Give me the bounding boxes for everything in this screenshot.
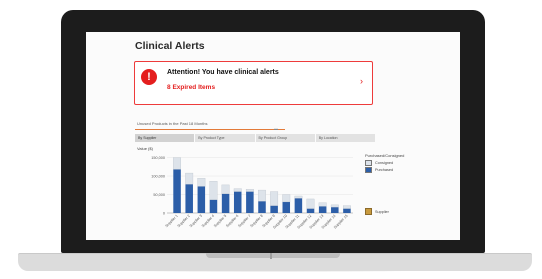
exclamation-icon: ! [141,69,157,85]
bar-purchased [294,198,303,213]
y-tick-label: 0 [163,211,165,215]
panel-title: Unused Products in the Past 18 Months [137,121,208,126]
supplier-group-icon [365,208,372,215]
tab-by-location[interactable]: By Location [315,134,375,142]
legend-label-consigned: Consigned [375,161,394,165]
alert-heading: Attention! You have clinical alerts [167,69,279,76]
stacked-bar-chart: 150,000100,00050,0000Supplier 1Supplier … [151,156,353,230]
bar-purchased [246,191,254,213]
bar-purchased [221,193,230,213]
bar-purchased [209,199,218,213]
legend-swatch-purchased [365,167,372,173]
bar-consigned [258,189,266,202]
bar-consigned [209,181,218,200]
bar-purchased [270,205,278,213]
y-tick-label: 50,000 [153,193,165,197]
bar-consigned [245,189,254,192]
laptop-hinge [270,253,272,259]
bar-purchased [233,191,242,213]
tab-by-product-group[interactable]: By Product Group [255,134,315,142]
legend-item-purchased[interactable]: Purchased [365,167,404,173]
bar-consigned [343,205,351,209]
bar-consigned [185,172,194,185]
bar-consigned [221,184,230,194]
group-by-label: Supplier [375,209,389,214]
bar-consigned [294,195,303,199]
unused-products-panel: Unused Products in the Past 18 Months ▬ … [135,121,455,240]
bar-consigned [197,178,206,187]
legend-label-purchased: Purchased [375,168,394,172]
bar-purchased [258,201,266,213]
bar-purchased [306,208,315,213]
bar-consigned [330,204,339,208]
bar-consigned [318,202,327,207]
bar-consigned [270,191,279,206]
legend-swatch-consigned [365,160,372,166]
bar-purchased [331,207,339,213]
bar-purchased [197,186,206,213]
clinical-alert-card[interactable]: ! Attention! You have clinical alerts 8 … [134,61,373,105]
panel-divider [135,129,285,130]
bar-consigned [173,157,181,170]
bar-purchased [282,201,291,213]
tab-by-supplier[interactable]: By Supplier [135,134,195,142]
bar-purchased [185,184,193,213]
y-tick-label: 150,000 [151,156,165,160]
bar-consigned [233,188,242,192]
group-by-legend[interactable]: Supplier [365,208,389,215]
y-tick-label: 100,000 [151,174,165,178]
bar-consigned [282,194,291,203]
legend-item-consigned[interactable]: Consigned [365,160,404,166]
bar-purchased [318,206,327,213]
page-title: Clinical Alerts [135,40,205,52]
alert-count-label: Expired Items [172,84,216,91]
legend-title: Purchased/Consigned [365,153,405,158]
bar-purchased [173,169,181,213]
bar-purchased [343,208,351,213]
chevron-right-icon[interactable]: › [360,76,363,86]
laptop-notch [206,253,340,258]
chart-tabs: By Supplier By Product Type By Product G… [135,134,375,142]
bar-consigned [306,198,315,209]
chart-legend: Purchased/Consigned Consigned Purchased [365,153,404,174]
panel-collapse-handle[interactable]: ▬ [274,126,278,131]
laptop-screen: Clinical Alerts ! Attention! You have cl… [86,32,460,240]
tab-by-product-type[interactable]: By Product Type [195,134,255,142]
alert-count: 8 [167,84,171,91]
alert-expired-items: 8 Expired Items [167,84,215,91]
